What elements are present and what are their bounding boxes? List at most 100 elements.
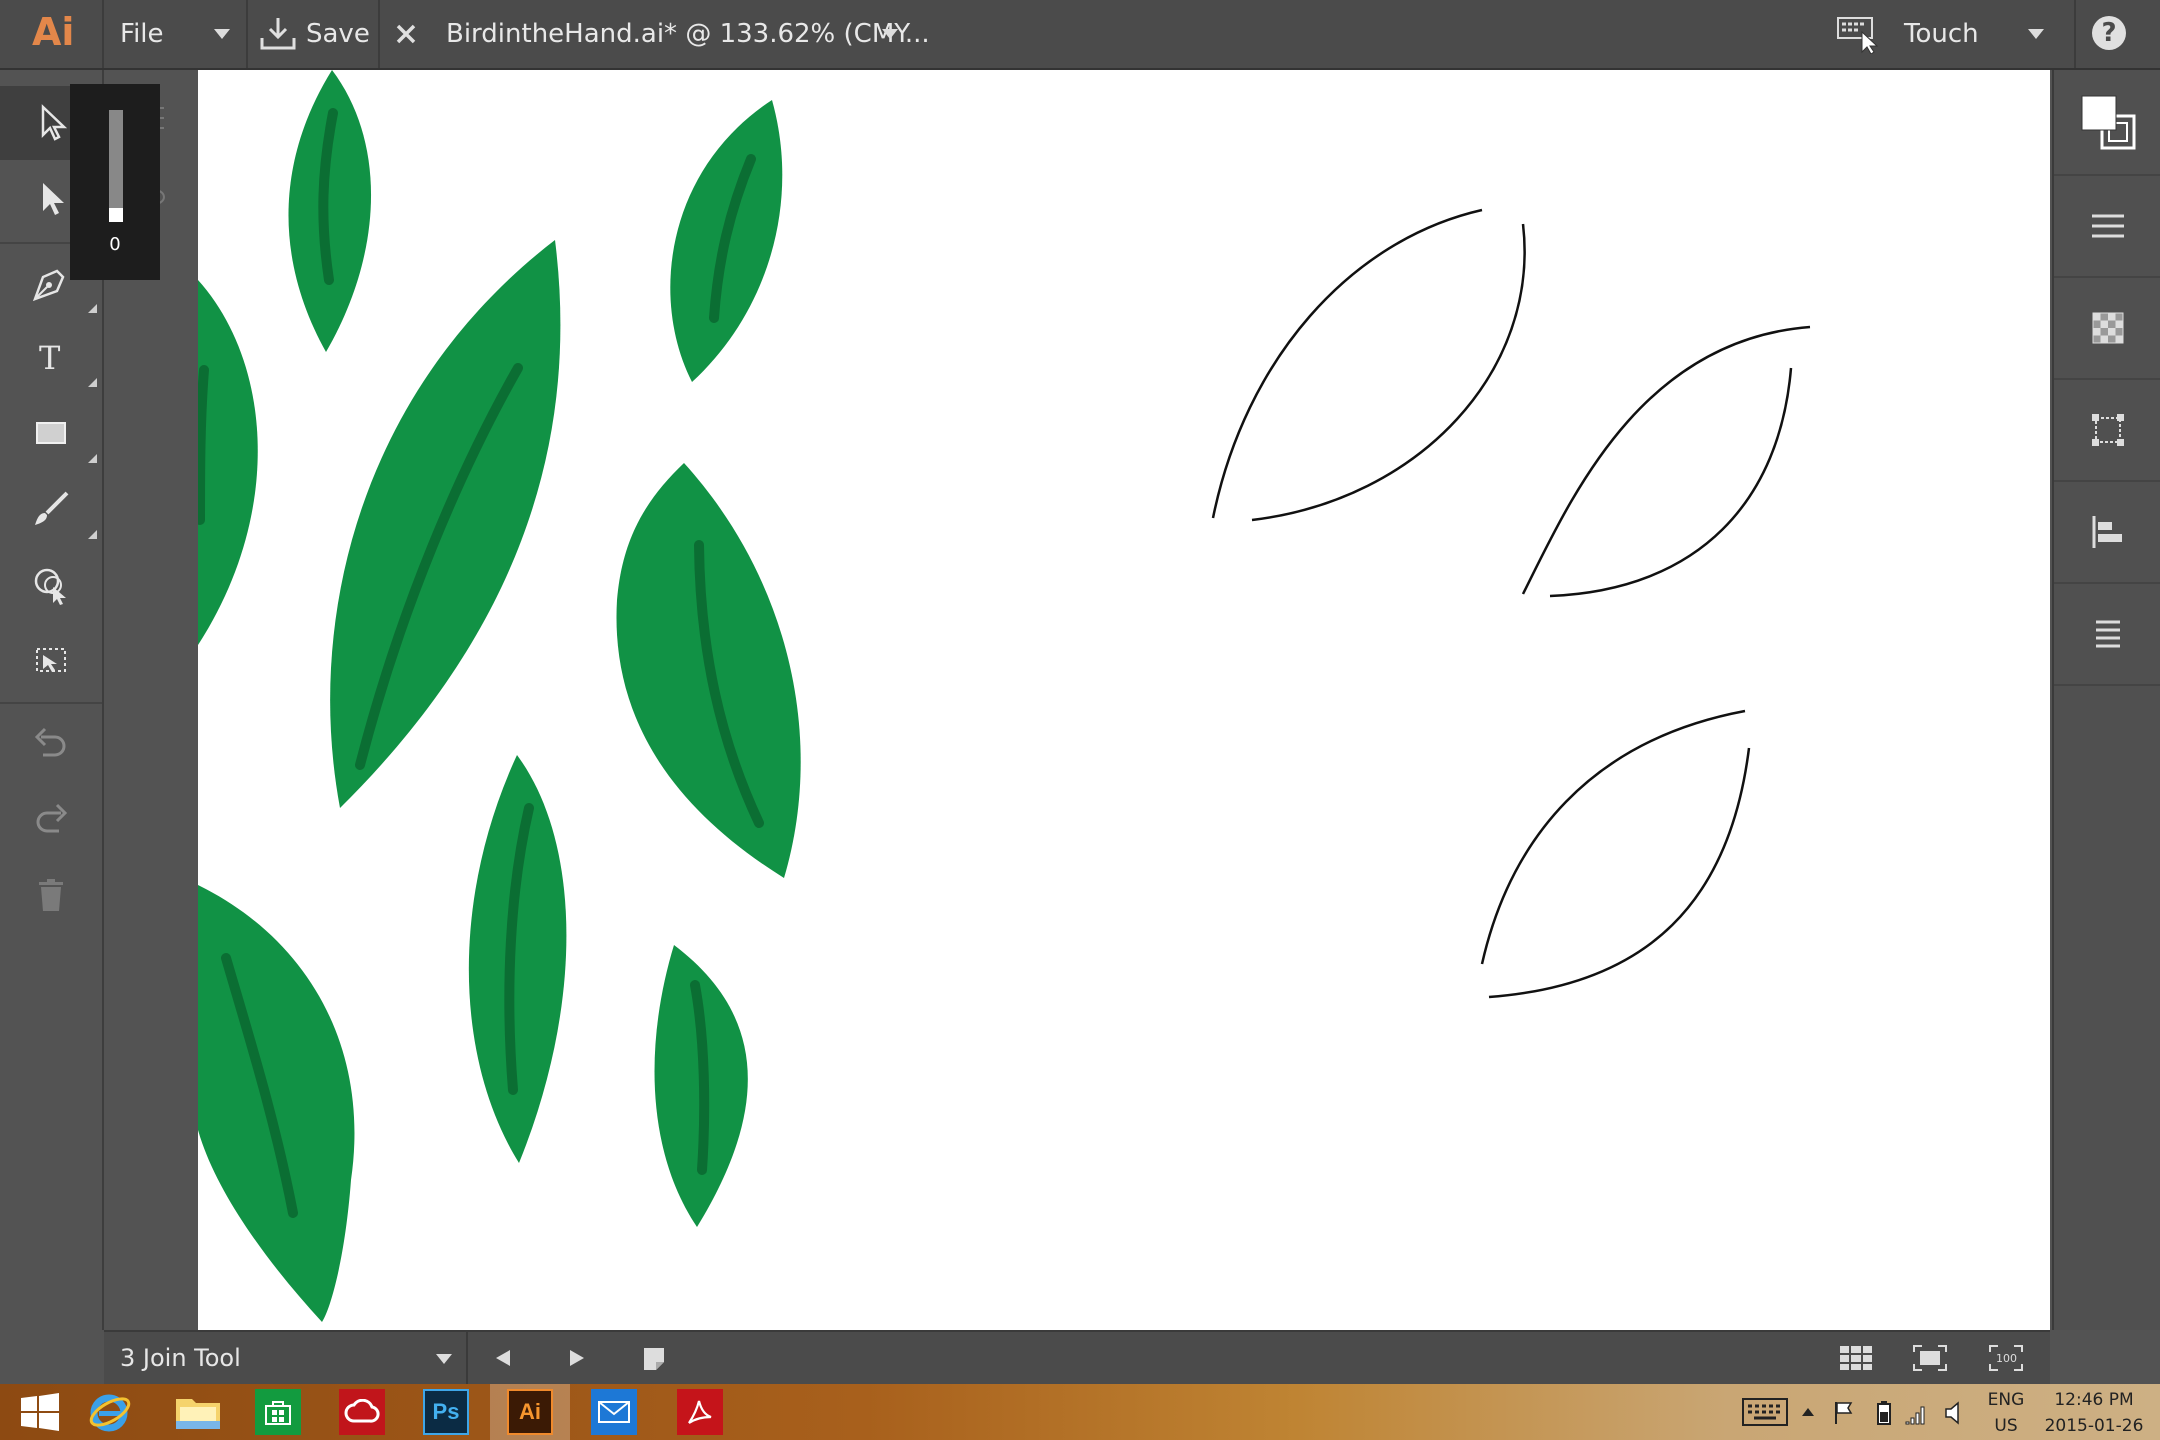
transform-panel-button[interactable] [2054,380,2160,482]
close-document-icon[interactable] [390,18,422,50]
save-button[interactable]: Save [258,0,370,68]
taskbar-illustrator[interactable]: Ai [490,1384,570,1440]
artboard-page-icon[interactable] [642,1346,666,1372]
direct-selection-icon [43,183,64,215]
divider [246,0,248,68]
fit-screen-icon[interactable] [1912,1344,1948,1372]
clock-date[interactable]: 2015-01-26 [2040,1416,2148,1436]
action-center-flag-icon[interactable] [1832,1400,1856,1426]
taskbar-store[interactable] [238,1384,318,1440]
folder-icon [176,1399,220,1429]
crop-tool[interactable] [0,624,102,698]
workspace-label[interactable]: Touch [1904,0,1979,68]
align-left-icon [2092,516,2122,548]
rectangle-icon [36,422,66,444]
open-path-stroke[interactable] [1488,747,1751,999]
paintbrush-tool[interactable] [0,472,102,546]
leaf-shape[interactable] [468,755,567,1163]
input-region[interactable]: US [1982,1416,2030,1436]
tool-flyout-icon [88,454,97,463]
selection-arrow-icon [41,104,68,141]
grid-view-icon[interactable] [1838,1344,1874,1372]
app-top-bar: Ai File Save BirdintheHand.ai* @ 133.62%… [0,0,2160,70]
open-path-stroke[interactable] [1521,325,1811,595]
open-path-stroke[interactable] [1211,208,1483,519]
size-slider-thumb[interactable] [109,208,123,222]
align-panel-button[interactable] [2054,482,2160,584]
layers-list-icon [2096,620,2120,648]
rectangle-tool[interactable] [0,396,102,470]
show-hidden-icons-icon[interactable] [1802,1408,1814,1416]
photoshop-icon: Ps [423,1389,469,1435]
network-signal-icon[interactable] [1904,1400,1928,1426]
status-bar: 3 Join Tool 100 [104,1330,2050,1386]
type-tool[interactable]: T [0,320,102,394]
undo-button[interactable] [0,706,102,780]
tool-flyout-icon [88,530,97,539]
redo-button[interactable] [0,782,102,856]
open-path-stroke[interactable] [1549,367,1793,598]
transform-icon [2092,414,2124,446]
document-title[interactable]: BirdintheHand.ai* @ 133.62% (CMY... [446,0,930,68]
fill-stroke-swatch[interactable] [2054,70,2160,176]
taskbar-photoshop[interactable]: Ps [406,1384,486,1440]
clock-time[interactable]: 12:46 PM [2040,1390,2148,1410]
size-slider-track[interactable] [109,110,123,222]
paintbrush-icon [35,491,69,525]
open-path-stroke[interactable] [1480,709,1746,965]
actual-size-icon[interactable]: 100 [1988,1344,2024,1372]
windows-logo-icon [21,1393,59,1431]
artwork [198,70,1811,1322]
leaf-shape[interactable] [198,885,355,1322]
taskbar-mail[interactable] [574,1384,654,1440]
start-button[interactable] [0,1384,80,1440]
volume-icon[interactable] [1944,1400,1964,1426]
transparency-checker-icon [2092,312,2124,344]
internet-explorer-icon [89,1394,131,1432]
divider [378,0,380,68]
help-icon[interactable]: ? [2092,16,2126,50]
taskbar-internet-explorer[interactable] [70,1384,150,1440]
undo-icon [34,727,66,757]
creative-cloud-icon [339,1389,385,1435]
shape-builder-tool[interactable] [0,548,102,622]
mail-icon [591,1389,637,1435]
touch-keyboard-tray-icon[interactable] [1742,1398,1788,1426]
trash-icon [39,879,63,911]
taskbar-acrobat[interactable] [660,1384,740,1440]
brush-size-popup[interactable]: 0 [70,84,160,280]
next-artboard-icon[interactable] [570,1350,584,1366]
type-icon: T [39,339,61,377]
acrobat-icon [677,1389,723,1435]
delete-button[interactable] [0,858,102,932]
artboard-canvas[interactable] [198,70,2050,1330]
taskbar-creative-cloud[interactable] [322,1384,402,1440]
previous-artboard-icon[interactable] [496,1350,510,1366]
workspace-dropdown-icon[interactable] [2028,29,2044,39]
transparency-panel-button[interactable] [2054,278,2160,380]
size-value: 0 [109,234,121,255]
tool-flyout-icon [88,304,97,313]
hamburger-menu-icon [2092,214,2124,238]
current-tool-status[interactable]: 3 Join Tool [120,1332,241,1384]
crop-icon [36,648,66,672]
open-path-stroke[interactable] [1251,223,1526,522]
leaf-vein [198,365,209,525]
document-dropdown-icon[interactable] [882,29,898,39]
ai-logo: Ai [32,10,75,54]
fill-stroke-icon [2081,95,2136,150]
file-menu-dropdown-icon[interactable] [214,29,230,39]
divider [2074,0,2076,68]
status-dropdown-icon[interactable] [436,1354,452,1364]
input-language[interactable]: ENG [1982,1390,2030,1410]
layers-panel-button[interactable] [2054,584,2160,686]
battery-icon[interactable] [1876,1400,1892,1426]
store-icon [255,1389,301,1435]
taskbar-file-explorer[interactable] [158,1384,238,1440]
touch-keyboard-icon[interactable] [1836,14,1880,54]
illustrator-icon: Ai [507,1389,553,1435]
menu-panel-button[interactable] [2054,176,2160,278]
pen-icon [32,269,65,302]
file-menu-label[interactable]: File [120,0,164,68]
leaf-shape[interactable] [198,280,258,645]
